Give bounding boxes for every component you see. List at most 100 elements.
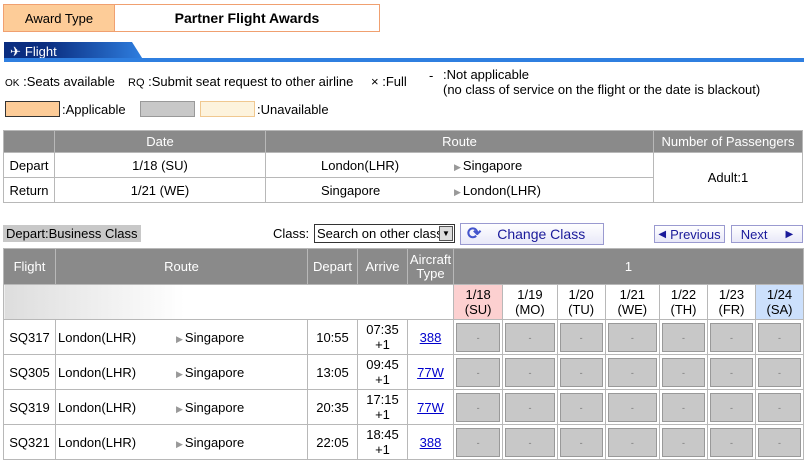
availability-status: -: [710, 357, 753, 387]
availability-status: -: [559, 322, 603, 352]
route-from: London(LHR): [58, 399, 137, 415]
availability-cell: -: [556, 424, 606, 460]
route: London(LHR) ▶ Singapore: [55, 424, 308, 460]
next-label: Next: [740, 226, 768, 242]
date: 1/19: [517, 287, 543, 302]
date: 1/22: [670, 287, 697, 302]
aircraft-link[interactable]: 388: [420, 330, 442, 345]
day-of-week: (WE): [617, 302, 648, 317]
availability-status: -: [505, 392, 555, 422]
day-offset: +1: [375, 337, 390, 352]
availability-status: -: [456, 427, 501, 457]
day-offset: +1: [375, 372, 390, 387]
header-flight: Flight: [3, 248, 56, 285]
info-type: Return: [3, 177, 55, 203]
day-of-week: (MO): [515, 302, 545, 317]
availability-cell: -: [707, 354, 756, 390]
availability-cell: -: [556, 389, 606, 425]
info-type: Depart: [3, 152, 55, 178]
availability-status: -: [456, 357, 501, 387]
route-to: Singapore: [184, 434, 245, 450]
award-type-value: Partner Flight Awards: [174, 10, 320, 26]
aircraft-cell: 388: [407, 319, 454, 355]
info-date: 1/21 (WE): [54, 177, 266, 203]
flight-row: SQ317 London(LHR) ▶ Singapore 10:55 07:35 +…: [3, 319, 805, 355]
availability-cell: -: [452, 424, 504, 460]
availability-status: -: [662, 392, 705, 422]
flight-row: SQ305 London(LHR) ▶ Singapore 13:05 09:45 +…: [3, 354, 805, 390]
flight-number: SQ321: [3, 424, 56, 460]
info-header-date: Date: [54, 130, 266, 153]
date-row-spacer: [3, 284, 454, 320]
availability-cell: -: [452, 354, 504, 390]
flight-row: SQ321 London(LHR) ▶ Singapore 22:05 18:45 +…: [3, 424, 805, 460]
availability-status: -: [607, 322, 658, 352]
availability-cell: -: [754, 354, 805, 390]
availability-cell: -: [556, 354, 606, 390]
route-to: Singapore: [184, 399, 245, 415]
flight-tab-label: Flight: [24, 44, 57, 59]
arrow-icon: ▶: [454, 161, 461, 172]
change-class-button[interactable]: ⟳ Change Class: [460, 223, 604, 245]
availability-cell: -: [754, 424, 805, 460]
date-header: 1/21 (WE): [604, 284, 661, 320]
date-header: 1/24 (SA): [754, 284, 805, 320]
legend-na-line1: :Not applicable: [443, 67, 529, 82]
availability-cell: -: [659, 354, 708, 390]
legend-full: × :Full: [371, 74, 407, 89]
availability-cell: -: [659, 389, 708, 425]
refresh-icon: ⟳: [467, 224, 482, 243]
availability-cell: -: [452, 389, 504, 425]
section-title: Depart:Business Class: [3, 225, 141, 242]
aircraft-link[interactable]: 388: [420, 435, 442, 450]
date: 1/24: [766, 287, 793, 302]
availability-status: -: [662, 357, 705, 387]
previous-button[interactable]: ◀ Previous: [654, 225, 725, 243]
availability-status: -: [456, 322, 501, 352]
aircraft-link[interactable]: 77W: [417, 365, 444, 380]
availability-status: -: [757, 357, 801, 387]
caret-right-icon: ▶: [785, 228, 794, 240]
next-button[interactable]: Next ▶: [731, 225, 803, 243]
info-header-route: Route: [265, 130, 654, 153]
rq-text: :Submit seat request to other airline: [148, 74, 354, 89]
availability-status: -: [757, 322, 801, 352]
aircraft-link[interactable]: 77W: [417, 400, 444, 415]
info-route: Singapore ▶ London(LHR): [265, 177, 654, 203]
info-date: 1/18 (SU): [54, 152, 266, 178]
day-of-week: (FR): [718, 302, 745, 317]
availability-cell: -: [604, 319, 661, 355]
class-select-value: Search on other class: [317, 226, 443, 241]
header-week: 1: [453, 248, 804, 285]
legend-na-code: -: [429, 68, 434, 83]
header-arrive: Arrive: [357, 248, 408, 285]
availability-status: -: [710, 392, 753, 422]
award-type-box: Award Type Partner Flight Awards: [3, 4, 380, 32]
arrive-time: 09:45 +1: [357, 354, 408, 390]
unavailable-label: :Unavailable: [257, 102, 329, 117]
aircraft-cell: 77W: [407, 354, 454, 390]
ok-text: :Seats available: [23, 74, 115, 89]
depart-time: 13:05: [307, 354, 358, 390]
info-header-passengers: Number of Passengers: [653, 130, 803, 153]
class-select[interactable]: Search on other class ▼: [314, 224, 455, 243]
availability-cell: -: [502, 389, 558, 425]
arrow-icon: ▶: [176, 403, 183, 414]
award-type-label: Award Type: [4, 5, 115, 31]
depart-time: 20:35: [307, 389, 358, 425]
availability-cell: -: [604, 354, 661, 390]
aircraft-cell: 77W: [407, 389, 454, 425]
legend-na-line2: (no class of service on the flight or th…: [443, 82, 761, 97]
availability-status: -: [505, 427, 555, 457]
tab-underline: [4, 58, 804, 62]
availability-status: -: [607, 392, 658, 422]
route-from: London(LHR): [58, 329, 137, 345]
flight-number: SQ305: [3, 354, 56, 390]
applicable-swatch: [5, 101, 60, 117]
legend-rq: RQ :Submit seat request to other airline: [128, 74, 353, 89]
change-class-label: Change Class: [497, 226, 586, 242]
caret-left-icon: ◀: [658, 228, 667, 240]
route-from: London(LHR): [58, 434, 137, 450]
availability-cell: -: [452, 319, 504, 355]
date-header: 1/23 (FR): [707, 284, 756, 320]
